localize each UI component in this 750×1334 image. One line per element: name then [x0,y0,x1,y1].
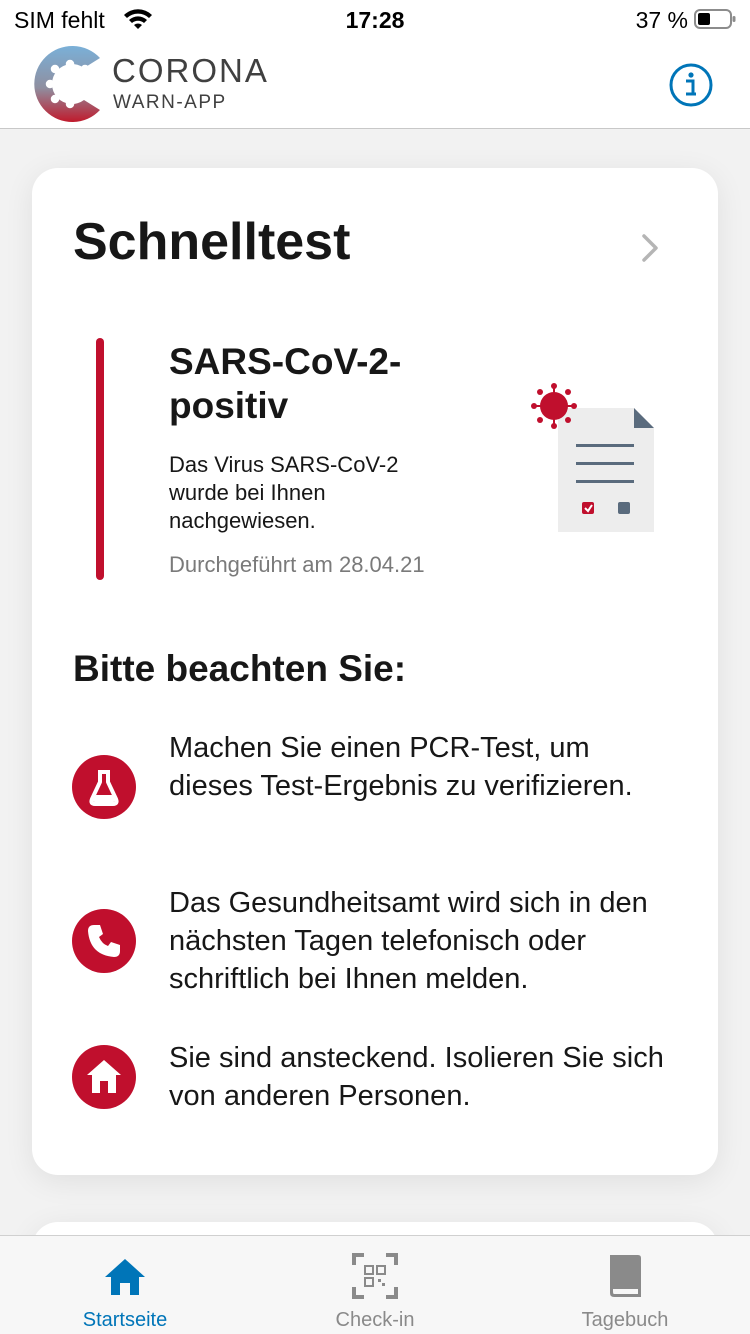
phone-icon [72,909,136,973]
info-icon[interactable] [668,62,714,108]
status-bar: SIM fehlt 17:28 37 % [0,0,750,40]
result-title: SARS-CoV-2-positiv [169,341,402,426]
corona-warn-app-logo [34,46,100,122]
test-document-illustration [531,383,654,532]
tab-label: Tagebuch [581,1309,669,1331]
flask-icon [72,755,136,819]
card-title: Schnelltest [73,213,351,271]
rapid-test-card[interactable]: Schnelltest SARS-CoV-2-positiv Das Virus… [32,168,718,1175]
app-header: CORONA WARN-APP [0,40,750,129]
battery-icon [694,9,736,29]
result-description: Das Virus SARS-CoV-2 wurde bei Ihnen nac… [169,452,399,533]
tab-startseite[interactable]: Startseite [0,1236,250,1334]
hint-text: Machen Sie einen PCR-Test, um dieses Tes… [169,732,633,802]
hint-text: Sie sind ansteckend. Isolieren Sie sich … [169,1042,664,1112]
result-date: Durchgeführt am 28.04.21 [169,552,425,577]
chevron-right-icon [642,234,658,262]
qr-code-icon [352,1253,398,1299]
home-icon [105,1259,145,1295]
result-status-bar [96,338,104,580]
tab-tagebuch[interactable]: Tagebuch [500,1236,750,1334]
tab-label: Startseite [82,1309,168,1331]
logo-title: CORONA [112,52,269,89]
tab-label: Check-in [335,1309,415,1331]
battery-percent: 37 % [635,7,688,33]
notice-title: Bitte beachten Sie: [73,648,407,689]
home-icon [72,1045,136,1109]
tab-check-in[interactable]: Check-in [250,1236,500,1334]
hint-text: Das Gesundheitsamt wird sich in den näch… [169,887,648,995]
book-icon [610,1255,641,1297]
logo-subtitle: WARN-APP [113,92,227,113]
tab-bar: Startseite Check-in Tagebuch [0,1235,750,1334]
